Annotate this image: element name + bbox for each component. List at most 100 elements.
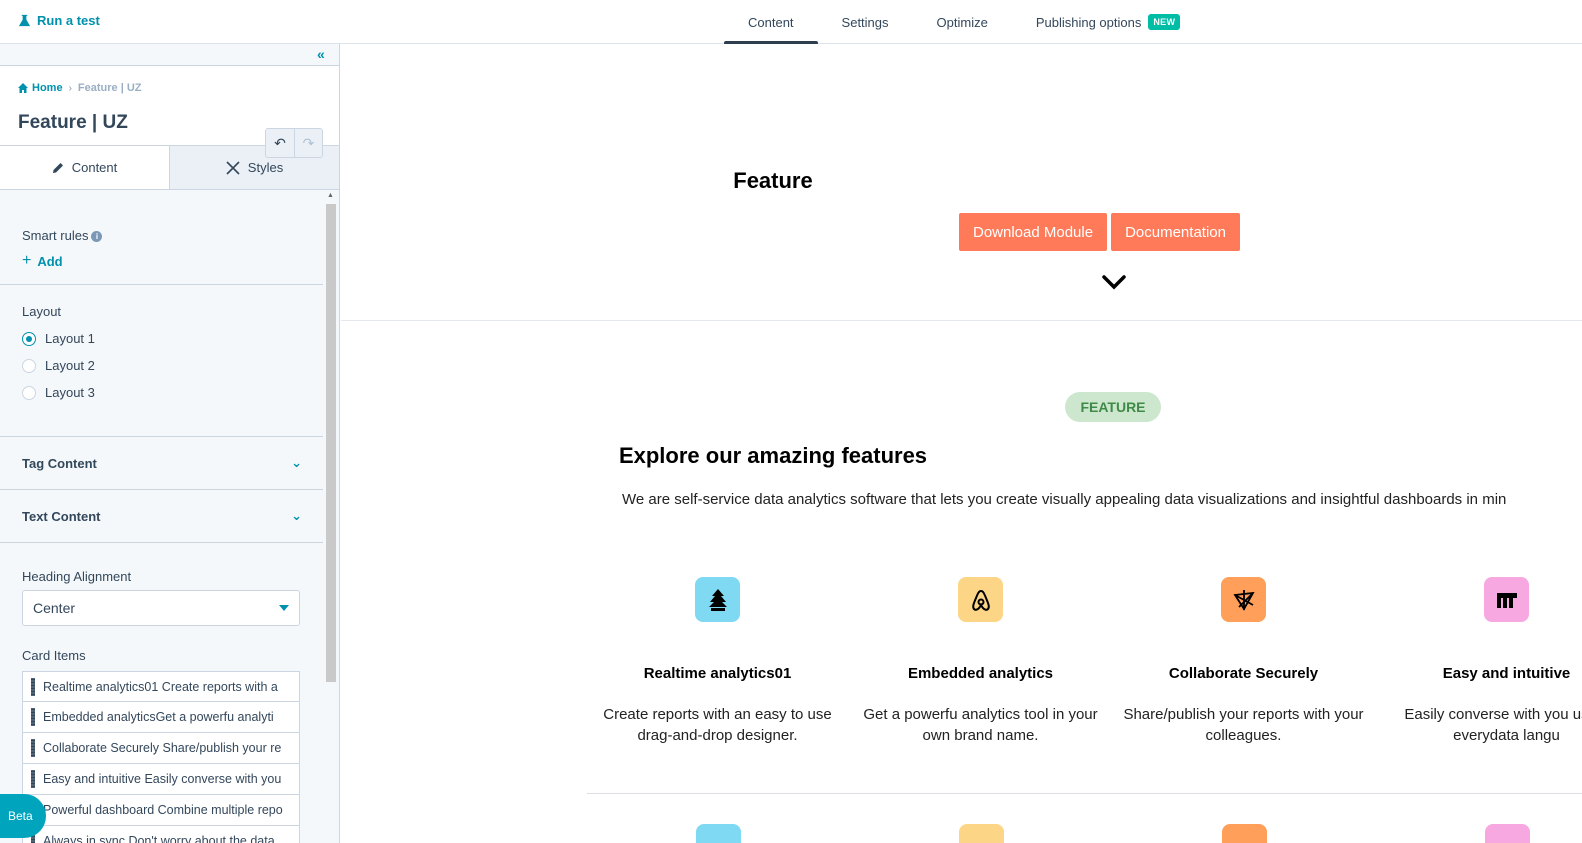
styles-brush-icon: [226, 160, 240, 175]
new-badge: NEW: [1148, 14, 1181, 30]
tab-content[interactable]: Content: [724, 0, 818, 45]
card-item-label: Embedded analyticsGet a powerfu analyti: [43, 710, 274, 724]
feature-card-icon-peek: [696, 824, 741, 843]
tab-settings[interactable]: Settings: [818, 0, 913, 44]
feature-card: Collaborate Securely Share/publish your …: [1112, 577, 1375, 746]
top-bar: Run a test Content Settings Optimize Pub…: [0, 0, 1582, 45]
radio-icon: [22, 358, 36, 373]
cards-divider: [587, 793, 1582, 794]
breadcrumb-separator-icon: ›: [68, 82, 72, 94]
card-item[interactable]: Realtime analytics01 Create reports with…: [22, 671, 300, 702]
beta-button[interactable]: Beta: [0, 794, 46, 838]
breadcrumb-home[interactable]: Home: [18, 82, 63, 94]
flask-icon: [18, 14, 31, 27]
card-item-label: Realtime analytics01 Create reports with…: [43, 679, 278, 694]
drag-handle-icon[interactable]: [23, 739, 43, 757]
feature-card: Realtime analytics01 Create reports with…: [586, 577, 849, 746]
sidebar-tab-content-label: Content: [71, 160, 118, 175]
drag-handle-icon[interactable]: [23, 770, 43, 788]
scroll-up-icon[interactable]: ▲: [327, 192, 334, 199]
feature-card-desc: Get a powerfu analytics tool in your own…: [863, 706, 1098, 744]
redo-icon[interactable]: ↷: [294, 129, 322, 157]
tab-publishing-options[interactable]: Publishing options NEW: [1012, 0, 1204, 44]
accordion-label: Tag Content: [22, 455, 97, 471]
breadcrumb-home-label: Home: [32, 82, 63, 94]
feature-card-title: Embedded analytics: [907, 665, 1054, 682]
features-subtitle: We are self-service data analytics softw…: [622, 491, 1507, 508]
chevron-down-icon[interactable]: [1101, 272, 1127, 292]
monday-icon: [1484, 577, 1529, 622]
sidebar-header: Home › Feature | UZ Feature | UZ ↶ ↷: [0, 66, 339, 158]
card-item-label: Powerful dashboard Combine multiple repo: [43, 803, 283, 817]
breadcrumb: Home › Feature | UZ: [18, 82, 142, 94]
collapse-row: «: [0, 44, 339, 66]
section-divider: [341, 320, 1582, 321]
sidebar-tab-content[interactable]: Content: [0, 146, 170, 189]
editor-tabs: Content Settings Optimize Publishing opt…: [724, 0, 1204, 45]
card-item-label: Always in sync Don't worry about the dat…: [43, 834, 275, 843]
card-item[interactable]: Powerful dashboard Combine multiple repo: [22, 795, 300, 826]
smart-rules-label: Smart rules: [22, 228, 89, 243]
card-item[interactable]: Always in sync Don't worry about the dat…: [22, 826, 300, 843]
feature-card: Easy and intuitive Easily converse with …: [1375, 577, 1582, 746]
layout-option-label: Layout 3: [45, 385, 95, 400]
chevron-down-icon: ⌄: [291, 455, 302, 470]
pencil-icon: [52, 162, 63, 173]
collapse-sidebar-icon[interactable]: «: [317, 47, 331, 61]
sidebar-tab-styles-label: Styles: [247, 160, 284, 175]
add-smart-rule-button[interactable]: + Add: [22, 252, 302, 270]
feature-card: Embedded analytics Get a powerfu analyti…: [849, 577, 1112, 746]
tab-settings-label: Settings: [841, 14, 889, 30]
airbnb-icon: [958, 577, 1003, 622]
undo-icon[interactable]: ↶: [266, 129, 294, 157]
feature-card-desc: Easily converse with you using everydata…: [1404, 706, 1582, 744]
add-smart-rule-label: Add: [37, 253, 63, 269]
tab-optimize[interactable]: Optimize: [913, 0, 1012, 44]
drag-handle-icon[interactable]: [23, 708, 43, 726]
layout-option-2[interactable]: Layout 2: [22, 358, 302, 373]
card-item[interactable]: Embedded analyticsGet a powerfu analyti: [22, 702, 300, 733]
run-test-label: Run a test: [37, 13, 100, 28]
sidebar-body: Smart rules i + Add Layout Layout 1 Layou…: [0, 210, 324, 843]
documentation-button[interactable]: Documentation: [1111, 213, 1240, 251]
hero-title: Feature: [733, 168, 813, 193]
hero-buttons: Download Module Documentation: [959, 213, 1240, 251]
tab-content-label: Content: [748, 14, 794, 30]
caret-down-icon: [279, 605, 289, 611]
download-module-button[interactable]: Download Module: [959, 213, 1108, 251]
layout-option-1[interactable]: Layout 1: [22, 331, 302, 346]
chevron-down-icon: ⌄: [291, 508, 302, 523]
layout-label: Layout: [22, 304, 62, 319]
tree-icon: [695, 577, 740, 622]
layout-option-label: Layout 1: [45, 331, 95, 346]
card-items-label: Card Items: [22, 648, 86, 663]
features-heading: Explore our amazing features: [618, 443, 928, 468]
card-item[interactable]: Easy and intuitive Easily converse with …: [22, 764, 300, 795]
accordion-text-content[interactable]: Text Content ⌄: [0, 490, 324, 543]
layout-option-3[interactable]: Layout 3: [22, 385, 302, 400]
card-item-label: Easy and intuitive Easily converse with …: [43, 772, 282, 786]
accordion-tag-content[interactable]: Tag Content ⌄: [0, 437, 324, 490]
heading-alignment-value: Center: [33, 600, 76, 616]
layout-section: Layout Layout 1 Layout 2 Layout 3: [0, 285, 324, 437]
smart-rules-heading: Smart rules i: [22, 228, 302, 243]
feature-card-icon-peek: [959, 824, 1004, 843]
feature-card-desc: Create reports with an easy to use drag-…: [603, 706, 832, 744]
layout-option-label: Layout 2: [45, 358, 95, 373]
feature-pill: FEATURE: [1065, 392, 1161, 422]
radio-icon: [22, 385, 36, 400]
run-test-button[interactable]: Run a test: [18, 13, 100, 28]
radio-icon: [22, 331, 36, 346]
feature-card-title: Realtime analytics01: [643, 665, 792, 682]
heading-alignment-select[interactable]: Center: [22, 590, 300, 626]
info-icon[interactable]: i: [91, 231, 103, 243]
page-preview: Feature Download Module Documentation FE…: [341, 44, 1582, 843]
scroll-thumb[interactable]: [326, 204, 336, 682]
heading-alignment-label: Heading Alignment: [22, 569, 132, 584]
home-icon: [18, 83, 28, 93]
drag-handle-icon[interactable]: [23, 677, 43, 696]
card-item[interactable]: Collaborate Securely Share/publish your …: [22, 733, 300, 764]
breadcrumb-current: Feature | UZ: [77, 82, 142, 94]
sidebar-scrollbar[interactable]: ▲: [323, 190, 339, 843]
card-item-label: Collaborate Securely Share/publish your …: [43, 741, 282, 755]
